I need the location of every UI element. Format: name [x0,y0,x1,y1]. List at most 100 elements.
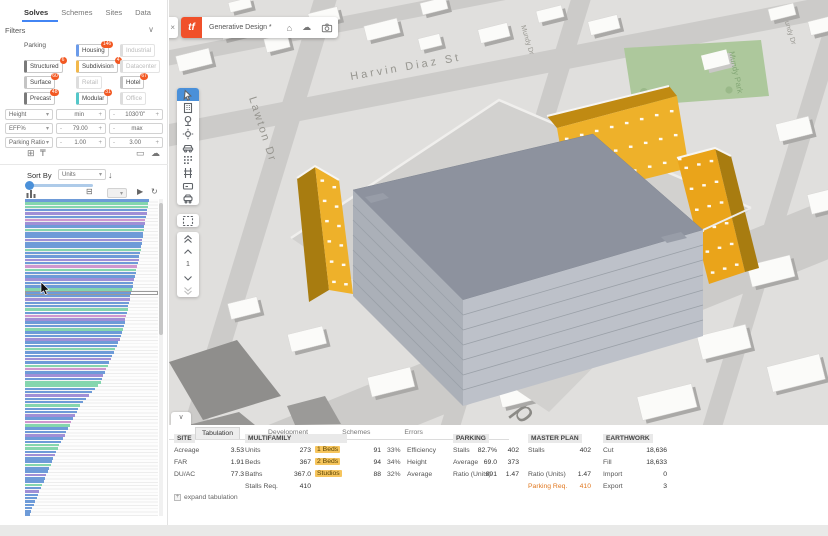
solve-bar[interactable] [25,331,122,334]
range-field[interactable]: -3.00+ [109,137,163,148]
range-field[interactable]: -1030'0"+ [109,109,163,120]
increment-button[interactable]: + [155,140,159,146]
stalls-tool-button[interactable] [177,153,199,166]
road-tool-button[interactable] [177,166,199,179]
decrement-button[interactable]: - [113,112,115,118]
solve-bar[interactable] [25,232,143,235]
solve-bar[interactable] [25,378,102,381]
solve-bar[interactable] [25,302,129,305]
sort-select[interactable]: Units ▾ [58,169,106,180]
solve-bar[interactable] [25,391,92,394]
solve-bar[interactable] [25,249,141,252]
solve-bar[interactable] [25,437,63,440]
solve-bar[interactable] [25,365,108,368]
refresh-icon[interactable]: ↻ [151,187,158,196]
range-select[interactable]: Parking Ratio▾ [5,137,53,148]
solve-bar[interactable] [25,371,105,374]
solve-bar[interactable] [25,427,68,430]
solve-bar[interactable] [25,384,98,387]
tab-data[interactable]: Data [135,5,151,22]
solve-results-chart[interactable] [25,199,158,516]
solve-bar[interactable] [25,269,136,272]
add-filter-icon[interactable]: ⊞ [27,148,35,159]
cloud-icon[interactable]: ☁ [151,148,160,159]
level-bottom-button[interactable] [177,284,199,297]
sort-direction-icon[interactable]: ↓ [108,170,113,180]
solve-bar[interactable] [25,242,142,245]
camera-icon[interactable] [316,22,338,33]
solve-bar[interactable] [25,487,41,490]
solve-bar[interactable] [25,351,114,354]
solve-bar[interactable] [25,235,143,238]
orbit-tool-button[interactable] [177,127,199,140]
monitor-icon[interactable]: ▭ [136,148,145,159]
solve-bar[interactable] [25,408,78,411]
range-field[interactable]: -1.00+ [56,137,106,148]
filters-header[interactable]: Filters ∨ [0,24,168,37]
solve-bar[interactable] [25,199,149,202]
solve-bar[interactable] [25,272,136,275]
transit-tool-button[interactable] [177,192,199,205]
solve-bar[interactable] [25,434,65,437]
solve-bar[interactable] [25,460,52,463]
solve-bar[interactable] [25,454,55,457]
solve-bar[interactable] [25,341,118,344]
solve-bar[interactable] [25,338,120,341]
increment-button[interactable]: + [155,112,159,118]
solve-bar[interactable] [25,368,106,371]
chart-scrollbar[interactable] [159,199,163,516]
solve-bar[interactable] [25,470,48,473]
solve-bar[interactable] [25,262,138,265]
playback-select[interactable]: ▾ [107,188,127,198]
solve-bar[interactable] [25,504,34,507]
solve-bar[interactable] [25,474,46,477]
filter-chip-precast[interactable]: Precast48 [24,92,55,105]
solve-bar[interactable] [25,305,128,308]
solve-bar[interactable] [25,490,39,493]
solve-bar[interactable] [25,507,32,510]
solve-bar[interactable] [25,394,89,397]
solve-bar[interactable] [25,212,147,215]
solve-bar[interactable] [25,417,73,420]
solve-bar[interactable] [25,216,146,219]
solve-bar[interactable] [25,381,101,384]
solve-bar[interactable] [25,239,142,242]
solve-bar[interactable] [25,308,128,311]
solve-bar[interactable] [25,467,49,470]
solve-bar[interactable] [25,414,75,417]
solve-bar[interactable] [25,404,80,407]
solve-bar[interactable] [25,431,66,434]
cloud-sync-icon[interactable]: ☁ [297,22,316,33]
solve-bar[interactable] [25,388,95,391]
solve-bar[interactable] [25,358,111,361]
solve-bar[interactable] [25,421,71,424]
filter-icon[interactable]: ₸ [40,148,46,159]
unit-mix-chip[interactable]: 2 Beds [315,458,340,465]
solve-bar[interactable] [25,278,134,281]
solve-bar[interactable] [25,457,53,460]
level-top-button[interactable] [177,232,199,245]
solve-bar[interactable] [25,209,147,212]
solve-bar[interactable] [25,206,148,209]
solve-bar[interactable] [25,464,51,467]
solve-bar[interactable] [25,321,125,324]
viewport-3d[interactable]: Harvin Diaz St Lawton Dr Mundy Dr Mundy … [169,0,828,425]
unit-mix-chip[interactable]: Studios [315,470,342,477]
decrement-button[interactable]: - [60,126,62,132]
increment-button[interactable]: + [98,112,102,118]
solve-bar[interactable] [25,497,37,500]
landscape-tool-button[interactable] [177,114,199,127]
collapse-chart-icon[interactable]: ⊟ [86,187,93,196]
building-tool-button[interactable] [177,101,199,114]
solve-bar[interactable] [25,325,124,328]
filter-chip-modular[interactable]: Modular31 [76,92,108,105]
unit-mix-chip[interactable]: 1 Beds [315,446,340,453]
solve-bar[interactable] [25,275,135,278]
solve-bar[interactable] [25,259,139,262]
solve-bar[interactable] [25,222,145,225]
select-tool-button[interactable] [177,88,199,101]
close-icon[interactable]: × [169,17,178,38]
expand-tabulation-link[interactable]: + expand tabulation [174,494,238,501]
car-tool-button[interactable] [177,140,199,153]
solve-bar[interactable] [25,255,139,258]
